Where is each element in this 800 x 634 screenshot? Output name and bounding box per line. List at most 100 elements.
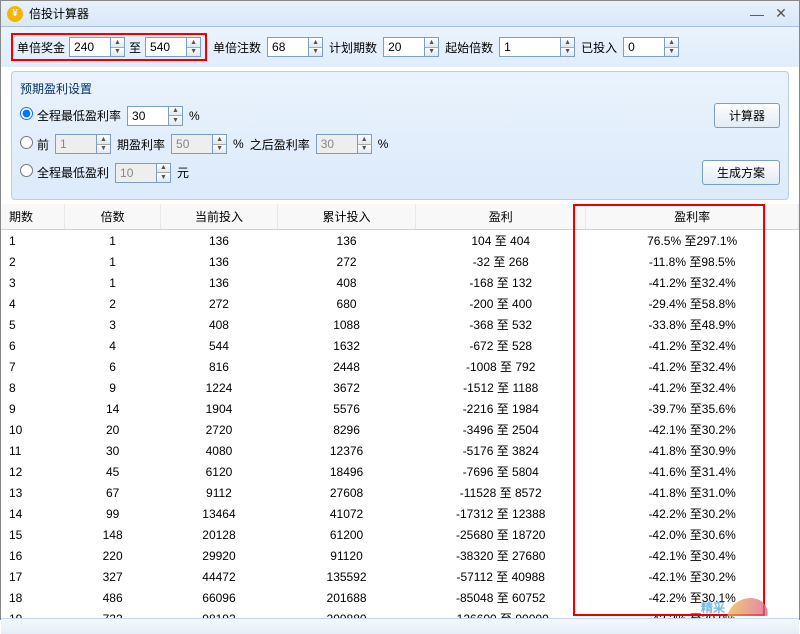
close-button[interactable]: ✕ (769, 5, 793, 23)
table-row[interactable]: 1732744472135592-57112 至 40988-42.1% 至30… (1, 566, 799, 587)
bets-label: 单倍注数 (213, 39, 261, 56)
opt3-value[interactable]: ▲▼ (115, 163, 171, 183)
table-row[interactable]: 1367911227608-11528 至 8572-41.8% 至31.0% (1, 482, 799, 503)
cell: 136 (160, 272, 277, 293)
table-row[interactable]: 1130408012376-5176 至 3824-41.8% 至30.9% (1, 440, 799, 461)
cell: -42.1% 至30.2% (586, 419, 799, 440)
cell: 66096 (160, 587, 277, 608)
cell: 91120 (277, 545, 415, 566)
cell: -25680 至 18720 (416, 524, 586, 545)
table-row[interactable]: 151482012861200-25680 至 18720-42.0% 至30.… (1, 524, 799, 545)
calculator-button[interactable]: 计算器 (714, 103, 780, 128)
cell: 4 (65, 335, 161, 356)
opt2-val3[interactable]: ▲▼ (316, 134, 372, 154)
cell: 1632 (277, 335, 415, 356)
col-header[interactable]: 累计投入 (277, 204, 415, 230)
cell: 816 (160, 356, 277, 377)
invested-input[interactable]: ▲▼ (623, 37, 679, 57)
table-row[interactable]: 534081088-368 至 532-33.8% 至48.9% (1, 314, 799, 335)
bets-input[interactable]: ▲▼ (267, 37, 323, 57)
cell: -41.6% 至31.4% (586, 461, 799, 482)
opt2-val1[interactable]: ▲▼ (55, 134, 111, 154)
cell: 7 (1, 356, 65, 377)
result-table: 期数倍数当前投入累计投入盈利盈利率 11136136104 至 40476.5%… (1, 204, 799, 634)
cell: 20 (65, 419, 161, 440)
cell: -168 至 132 (416, 272, 586, 293)
opt2-val2[interactable]: ▲▼ (171, 134, 227, 154)
cell: 272 (160, 293, 277, 314)
table-row[interactable]: 91419045576-2216 至 1984-39.7% 至35.6% (1, 398, 799, 419)
col-header[interactable]: 期数 (1, 204, 65, 230)
cell: 6 (65, 356, 161, 377)
start-input[interactable]: ▲▼ (499, 37, 575, 57)
minimize-button[interactable]: — (745, 5, 769, 23)
table-row[interactable]: 162202992091120-38320 至 27680-42.1% 至30.… (1, 545, 799, 566)
cell: 5 (1, 314, 65, 335)
cell: -41.2% 至32.4% (586, 272, 799, 293)
status-bar (1, 618, 799, 634)
cell: 18496 (277, 461, 415, 482)
cell: 14 (1, 503, 65, 524)
col-header[interactable]: 当前投入 (160, 204, 277, 230)
cell: -3496 至 2504 (416, 419, 586, 440)
top-form: 单倍奖金 ▲▼ 至 ▲▼ 单倍注数 ▲▼ 计划期数 ▲▼ 起始倍数 ▲▼ 已投入… (1, 27, 799, 67)
opt1-radio[interactable]: 全程最低盈利率 (20, 107, 121, 124)
table-row[interactable]: 8912243672-1512 至 1188-41.2% 至32.4% (1, 377, 799, 398)
cell: 16 (1, 545, 65, 566)
cell: 2448 (277, 356, 415, 377)
cell: 9112 (160, 482, 277, 503)
periods-input[interactable]: ▲▼ (383, 37, 439, 57)
cell: 1088 (277, 314, 415, 335)
cell: 20128 (160, 524, 277, 545)
col-header[interactable]: 盈利 (416, 204, 586, 230)
cell: 9 (65, 377, 161, 398)
cell: -200 至 400 (416, 293, 586, 314)
cell: 12376 (277, 440, 415, 461)
cell: 10 (1, 419, 65, 440)
table-row[interactable]: 645441632-672 至 528-41.2% 至32.4% (1, 335, 799, 356)
cell: -17312 至 12388 (416, 503, 586, 524)
table-row[interactable]: 31136408-168 至 132-41.2% 至32.4% (1, 272, 799, 293)
invested-label: 已投入 (581, 39, 617, 56)
cell: 680 (277, 293, 415, 314)
cell: -7696 至 5804 (416, 461, 586, 482)
cell: 18 (1, 587, 65, 608)
table-row[interactable]: 42272680-200 至 400-29.4% 至58.8% (1, 293, 799, 314)
cell: 4 (1, 293, 65, 314)
opt3-radio[interactable]: 全程最低盈利 (20, 164, 109, 181)
generate-button[interactable]: 生成方案 (702, 160, 780, 185)
cell: -11.8% 至98.5% (586, 251, 799, 272)
cell: -41.8% 至30.9% (586, 440, 799, 461)
cell: 2 (65, 293, 161, 314)
cell: 1 (65, 251, 161, 272)
table-row[interactable]: 14991346441072-17312 至 12388-42.2% 至30.2… (1, 503, 799, 524)
cell: -672 至 528 (416, 335, 586, 356)
bonus-to-input[interactable]: ▲▼ (145, 37, 201, 57)
table-row[interactable]: 11136136104 至 40476.5% 至297.1% (1, 230, 799, 252)
table-row[interactable]: 1848666096201688-85048 至 60752-42.2% 至30… (1, 587, 799, 608)
cell: -85048 至 60752 (416, 587, 586, 608)
cell: 136 (160, 251, 277, 272)
cell: 3672 (277, 377, 415, 398)
opt2-radio[interactable]: 前 (20, 136, 49, 153)
to-label: 至 (129, 39, 141, 56)
cell: -1008 至 792 (416, 356, 586, 377)
window-title: 倍投计算器 (29, 5, 89, 22)
app-icon: ¥ (7, 6, 23, 22)
cell: -39.7% 至35.6% (586, 398, 799, 419)
cell: -42.2% 至30.2% (586, 503, 799, 524)
opt1-value[interactable]: ▲▼ (127, 106, 183, 126)
cell: 1 (65, 230, 161, 252)
cell: 148 (65, 524, 161, 545)
cell: 201688 (277, 587, 415, 608)
table-row[interactable]: 1245612018496-7696 至 5804-41.6% 至31.4% (1, 461, 799, 482)
table-row[interactable]: 768162448-1008 至 792-41.2% 至32.4% (1, 356, 799, 377)
table-row[interactable]: 21136272-32 至 268-11.8% 至98.5% (1, 251, 799, 272)
bonus-from-input[interactable]: ▲▼ (69, 37, 125, 57)
cell: 6120 (160, 461, 277, 482)
table-row[interactable]: 102027208296-3496 至 2504-42.1% 至30.2% (1, 419, 799, 440)
cell: -33.8% 至48.9% (586, 314, 799, 335)
cell: 13464 (160, 503, 277, 524)
col-header[interactable]: 盈利率 (586, 204, 799, 230)
col-header[interactable]: 倍数 (65, 204, 161, 230)
